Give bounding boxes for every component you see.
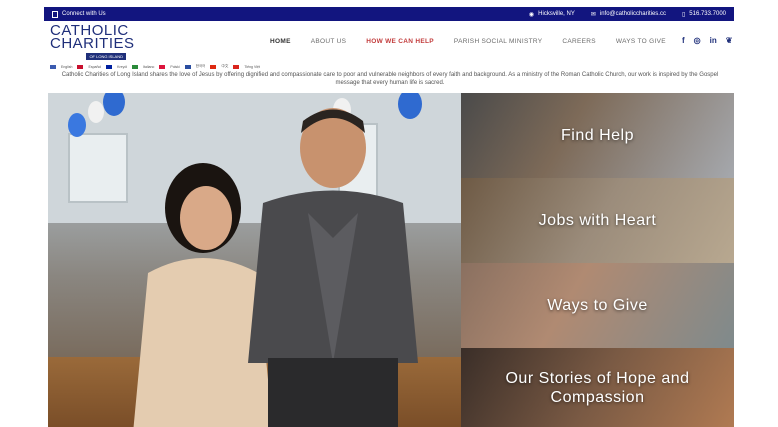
lang-polish[interactable]: Polski [170,65,179,69]
location-text: Hicksville, NY [538,11,575,17]
logo-line-3: OF LONG ISLAND [86,53,126,60]
flag-icon [184,64,191,69]
tile-stories[interactable]: Our Stories of Hope and Compassion [461,348,734,427]
tile-ways-to-give[interactable]: Ways to Give [461,263,734,348]
nav-careers[interactable]: CAREERS [562,38,596,45]
social-links: f ◎ in ❦ [682,36,732,45]
top-bar: Connect with Us ◉ Hicksville, NY ✉ info@… [44,7,734,21]
location-link[interactable]: ◉ Hicksville, NY [529,11,575,18]
phone-icon: ▯ [681,11,686,18]
flag-icon [50,64,56,69]
lang-italian[interactable]: Italiano [143,65,154,69]
connect-label: Connect with Us [62,11,106,17]
lang-spanish[interactable]: Español [88,65,101,69]
nav-how-we-can-help[interactable]: HOW WE CAN HELP [366,38,434,45]
nav-about-us[interactable]: ABOUT US [311,38,347,45]
facebook-icon[interactable]: f [682,36,685,45]
lang-korean[interactable]: 한국어 [196,64,206,69]
nav-ways-to-give[interactable]: WAYS TO GIVE [616,38,666,45]
lang-english[interactable]: English [61,65,72,69]
main-nav: HOME ABOUT US HOW WE CAN HELP PARISH SOC… [270,38,666,45]
tile-find-help[interactable]: Find Help [461,93,734,178]
lang-vietnamese[interactable]: Tiếng Việt [244,65,260,69]
tile-jobs-with-heart-label: Jobs with Heart [538,212,657,229]
balloon-icon [68,113,86,137]
man-figure [248,108,418,427]
connect-with-us-link[interactable]: Connect with Us [52,10,106,18]
flag-icon [159,64,166,69]
instagram-icon[interactable]: ◎ [694,36,701,45]
flag-icon [77,64,84,69]
flag-icon [233,64,240,69]
connect-icon [52,10,58,18]
lang-chinese[interactable]: 中文 [221,64,228,69]
nav-home[interactable]: HOME [270,38,291,45]
tile-find-help-label: Find Help [561,127,634,144]
tile-stories-label: Our Stories of Hope and Compassion [505,369,690,406]
nav-parish-social-ministry[interactable]: PARISH SOCIAL MINISTRY [454,38,542,45]
hero-window [68,133,128,203]
flag-icon [210,64,217,69]
site-logo[interactable]: CATHOLIC CHARITIES OF LONG ISLAND [50,23,135,60]
email-text: info@catholiccharities.cc [599,11,666,17]
email-icon: ✉ [590,11,596,18]
lang-creole[interactable]: Kreyòl [117,65,127,69]
hero-image [48,93,461,427]
tile-jobs-with-heart[interactable]: Jobs with Heart [461,178,734,263]
phone-link[interactable]: ▯ 516.733.7000 [682,11,726,18]
logo-line-2: CHARITIES [50,35,135,52]
phone-text: 516.733.7000 [689,11,726,17]
tile-ways-to-give-label: Ways to Give [547,297,648,314]
mission-statement: Catholic Charities of Long Island shares… [61,72,719,86]
balloon-icon [88,101,104,123]
location-pin-icon: ◉ [528,11,535,18]
flag-icon [132,64,139,69]
language-selector: English Español Kreyòl Italiano Polski 한… [50,64,260,69]
twitter-icon[interactable]: ❦ [726,36,733,45]
linkedin-icon[interactable]: in [710,36,717,45]
flag-icon [106,64,113,69]
email-link[interactable]: ✉ info@catholiccharities.cc [591,11,666,18]
